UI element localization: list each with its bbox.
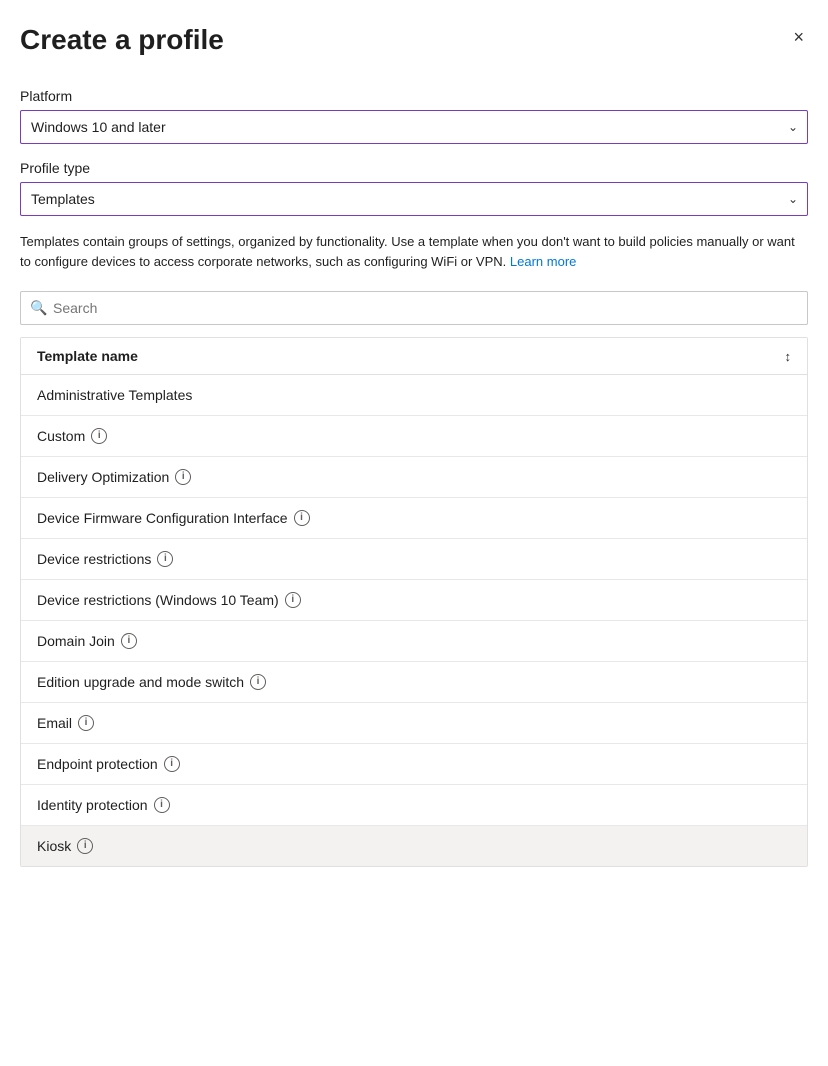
platform-select-wrapper: Windows 10 and later ⌄ bbox=[20, 110, 808, 144]
info-icon[interactable]: i bbox=[250, 674, 266, 690]
profile-type-select[interactable]: Templates bbox=[20, 182, 808, 216]
table-header-label: Template name bbox=[37, 348, 138, 364]
table-row[interactable]: Device restrictions (Windows 10 Team) i bbox=[21, 580, 807, 621]
row-label: Kiosk bbox=[37, 838, 71, 854]
create-profile-panel: Create a profile × Platform Windows 10 a… bbox=[0, 0, 828, 1066]
learn-more-link[interactable]: Learn more bbox=[510, 254, 576, 269]
row-label: Email bbox=[37, 715, 72, 731]
row-label: Endpoint protection bbox=[37, 756, 158, 772]
table-row[interactable]: Identity protection i bbox=[21, 785, 807, 826]
profile-type-label: Profile type bbox=[20, 160, 808, 176]
row-label: Custom bbox=[37, 428, 85, 444]
row-content: Endpoint protection i bbox=[37, 756, 180, 772]
info-icon[interactable]: i bbox=[78, 715, 94, 731]
info-icon[interactable]: i bbox=[91, 428, 107, 444]
row-content: Identity protection i bbox=[37, 797, 170, 813]
profile-type-select-wrapper: Templates ⌄ bbox=[20, 182, 808, 216]
table-row[interactable]: Device Firmware Configuration Interface … bbox=[21, 498, 807, 539]
info-icon[interactable]: i bbox=[164, 756, 180, 772]
info-icon[interactable]: i bbox=[175, 469, 191, 485]
row-content: Device Firmware Configuration Interface … bbox=[37, 510, 310, 526]
identity-protection-label: Identity protection bbox=[37, 797, 148, 813]
table-row[interactable]: Email i bbox=[21, 703, 807, 744]
info-icon[interactable]: i bbox=[154, 797, 170, 813]
search-icon: 🔍 bbox=[30, 300, 47, 317]
info-icon[interactable]: i bbox=[294, 510, 310, 526]
row-label: Delivery Optimization bbox=[37, 469, 169, 485]
profile-type-field: Profile type Templates ⌄ bbox=[20, 160, 808, 216]
sort-icon[interactable]: ↕ bbox=[785, 349, 792, 364]
info-icon[interactable]: i bbox=[285, 592, 301, 608]
row-content: Administrative Templates bbox=[37, 387, 192, 403]
table-row[interactable]: Endpoint protection i bbox=[21, 744, 807, 785]
row-content: Email i bbox=[37, 715, 94, 731]
row-content: Device restrictions i bbox=[37, 551, 173, 567]
row-content: Edition upgrade and mode switch i bbox=[37, 674, 266, 690]
row-content: Kiosk i bbox=[37, 838, 93, 854]
row-label: Domain Join bbox=[37, 633, 115, 649]
search-wrapper: 🔍 bbox=[20, 291, 808, 325]
search-input[interactable] bbox=[20, 291, 808, 325]
close-button[interactable]: × bbox=[789, 24, 808, 50]
info-icon[interactable]: i bbox=[121, 633, 137, 649]
row-label: Device Firmware Configuration Interface bbox=[37, 510, 288, 526]
row-label: Edition upgrade and mode switch bbox=[37, 674, 244, 690]
table-row[interactable]: Kiosk i bbox=[21, 826, 807, 866]
platform-select[interactable]: Windows 10 and later bbox=[20, 110, 808, 144]
description-text: Templates contain groups of settings, or… bbox=[20, 232, 808, 271]
table-row[interactable]: Domain Join i bbox=[21, 621, 807, 662]
row-content: Domain Join i bbox=[37, 633, 137, 649]
template-table: Template name ↕ Administrative Templates… bbox=[20, 337, 808, 867]
table-row[interactable]: Custom i bbox=[21, 416, 807, 457]
table-row[interactable]: Administrative Templates bbox=[21, 375, 807, 416]
row-label: Device restrictions bbox=[37, 551, 151, 567]
panel-header: Create a profile × bbox=[20, 24, 808, 56]
table-header: Template name ↕ bbox=[21, 338, 807, 375]
info-icon[interactable]: i bbox=[157, 551, 173, 567]
row-label: Administrative Templates bbox=[37, 387, 192, 403]
table-row[interactable]: Device restrictions i bbox=[21, 539, 807, 580]
table-row[interactable]: Delivery Optimization i bbox=[21, 457, 807, 498]
row-label: Device restrictions (Windows 10 Team) bbox=[37, 592, 279, 608]
platform-label: Platform bbox=[20, 88, 808, 104]
row-content: Device restrictions (Windows 10 Team) i bbox=[37, 592, 301, 608]
table-row[interactable]: Edition upgrade and mode switch i bbox=[21, 662, 807, 703]
panel-title: Create a profile bbox=[20, 24, 224, 56]
info-icon[interactable]: i bbox=[77, 838, 93, 854]
platform-field: Platform Windows 10 and later ⌄ bbox=[20, 88, 808, 144]
row-content: Delivery Optimization i bbox=[37, 469, 191, 485]
row-content: Custom i bbox=[37, 428, 107, 444]
